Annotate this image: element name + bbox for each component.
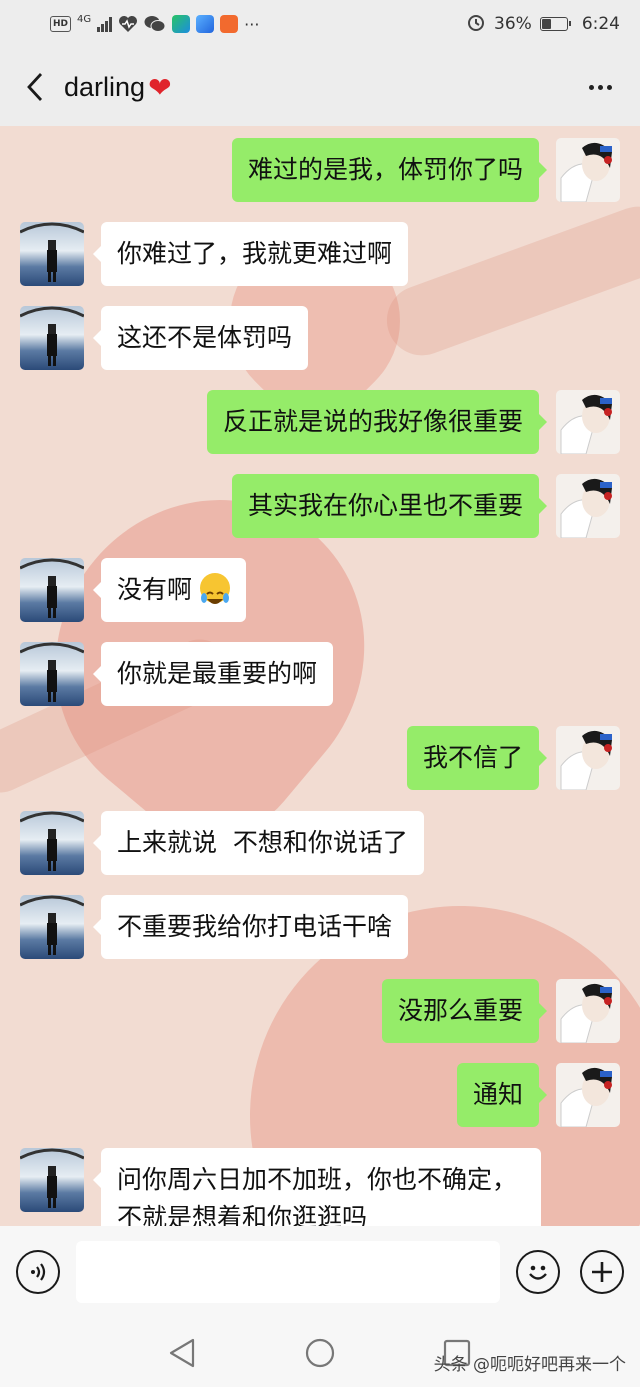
contact-avatar[interactable]: [20, 811, 84, 875]
incoming-message[interactable]: 这还不是体罚吗: [92, 306, 309, 370]
contact-avatar[interactable]: [20, 222, 84, 286]
status-icons-left: HD 4G ···: [50, 14, 466, 34]
outgoing-message[interactable]: 其实我在你心里也不重要: [231, 474, 548, 538]
contact-avatar[interactable]: [20, 895, 84, 959]
message-text: 没有啊: [117, 575, 193, 604]
heart-emoji-icon: ❤: [148, 71, 172, 103]
alarm-icon: [466, 12, 486, 37]
message-input-bar: [0, 1226, 640, 1318]
status-bar: HD 4G ··· 36% 6:24: [0, 0, 640, 48]
plus-button[interactable]: [580, 1250, 624, 1294]
battery-percent: 36%: [494, 14, 532, 34]
more-button[interactable]: [580, 67, 620, 107]
outgoing-message[interactable]: 难过的是我，体罚你了吗: [231, 138, 548, 202]
incoming-message[interactable]: 你就是最重要的啊: [92, 642, 334, 706]
message-row: 问你周六日加不加班，你也不确定，不就是想着和你逛逛吗: [0, 1148, 640, 1226]
my-avatar[interactable]: [556, 979, 620, 1043]
chat-title: darling ❤: [64, 71, 172, 104]
my-avatar[interactable]: [556, 390, 620, 454]
my-avatar[interactable]: [556, 1063, 620, 1127]
my-avatar[interactable]: [556, 474, 620, 538]
incoming-message[interactable]: 上来就说 不想和你说话了: [93, 811, 424, 875]
nav-back-icon: [169, 1338, 195, 1368]
network-label: 4G: [77, 14, 92, 25]
chat-area[interactable]: 难过的是我，体罚你了吗 你难过了，我就更难过啊 这还不是体罚吗 反正就是说的我好…: [0, 126, 640, 1226]
incoming-message[interactable]: 问你周六日加不加班，你也不确定，不就是想着和你逛逛吗: [93, 1148, 541, 1226]
contact-avatar[interactable]: [20, 642, 84, 706]
message-row: 我不信了: [0, 726, 640, 792]
message-row: 你就是最重要的啊: [0, 642, 640, 708]
incoming-message[interactable]: 不重要我给你打电话干啥: [92, 895, 409, 959]
message-row: 不重要我给你打电话干啥: [0, 895, 640, 961]
message-row: 没有啊: [0, 558, 640, 624]
outgoing-message[interactable]: 反正就是说的我好像很重要: [206, 390, 548, 454]
incoming-message[interactable]: 你难过了，我就更难过啊: [92, 222, 409, 286]
status-icons-right: 36% 6:24: [466, 12, 620, 37]
message-row: 上来就说 不想和你说话了: [0, 811, 640, 877]
message-row: 这还不是体罚吗: [0, 306, 640, 372]
health-icon: [118, 14, 138, 34]
back-arrow-icon: [27, 73, 43, 101]
system-nav-bar: 头条 @呃呃好吧再来一个: [0, 1318, 640, 1387]
chat-header: darling ❤: [0, 48, 640, 126]
laughing-tears-emoji-icon: [199, 573, 230, 604]
nav-home-button[interactable]: [303, 1336, 337, 1370]
contact-avatar[interactable]: [20, 306, 84, 370]
plus-icon: [592, 1262, 612, 1282]
outgoing-message[interactable]: 没那么重要: [381, 979, 548, 1043]
more-notifications-icon: ···: [244, 14, 260, 34]
more-icon: [588, 84, 594, 90]
message-row: 你难过了，我就更难过啊: [0, 222, 640, 288]
contact-avatar[interactable]: [20, 1148, 84, 1212]
incoming-message[interactable]: 没有啊: [93, 558, 246, 622]
watermark: 头条 @呃呃好吧再来一个: [433, 1355, 626, 1375]
voice-button[interactable]: [16, 1250, 60, 1294]
contact-name: darling: [64, 71, 146, 102]
send-app-icon: [196, 15, 215, 33]
clock: 6:24: [581, 14, 620, 34]
emoji-button[interactable]: [516, 1250, 560, 1294]
message-input[interactable]: [76, 1241, 500, 1303]
contact-avatar[interactable]: [20, 558, 84, 622]
my-avatar[interactable]: [556, 726, 620, 790]
message-row: 通知: [0, 1063, 640, 1129]
message-row: 没那么重要: [0, 979, 640, 1045]
nav-home-icon: [305, 1338, 335, 1368]
nav-back-button[interactable]: [165, 1336, 199, 1370]
outgoing-message[interactable]: 通知: [456, 1063, 548, 1127]
message-row: 难过的是我，体罚你了吗: [0, 138, 640, 204]
play-app-icon: [220, 15, 239, 33]
voice-icon: [31, 1263, 46, 1281]
hd-icon: HD: [50, 16, 72, 32]
emoji-icon: [529, 1265, 547, 1280]
wechat-icon: [144, 14, 166, 34]
video-app-icon: [172, 15, 191, 33]
message-row: 其实我在你心里也不重要: [0, 474, 640, 540]
back-button[interactable]: [20, 67, 50, 107]
battery-icon: [539, 17, 571, 31]
message-row: 反正就是说的我好像很重要: [0, 390, 640, 456]
outgoing-message[interactable]: 我不信了: [406, 726, 548, 790]
my-avatar[interactable]: [556, 138, 620, 202]
signal-icon: [97, 16, 113, 32]
